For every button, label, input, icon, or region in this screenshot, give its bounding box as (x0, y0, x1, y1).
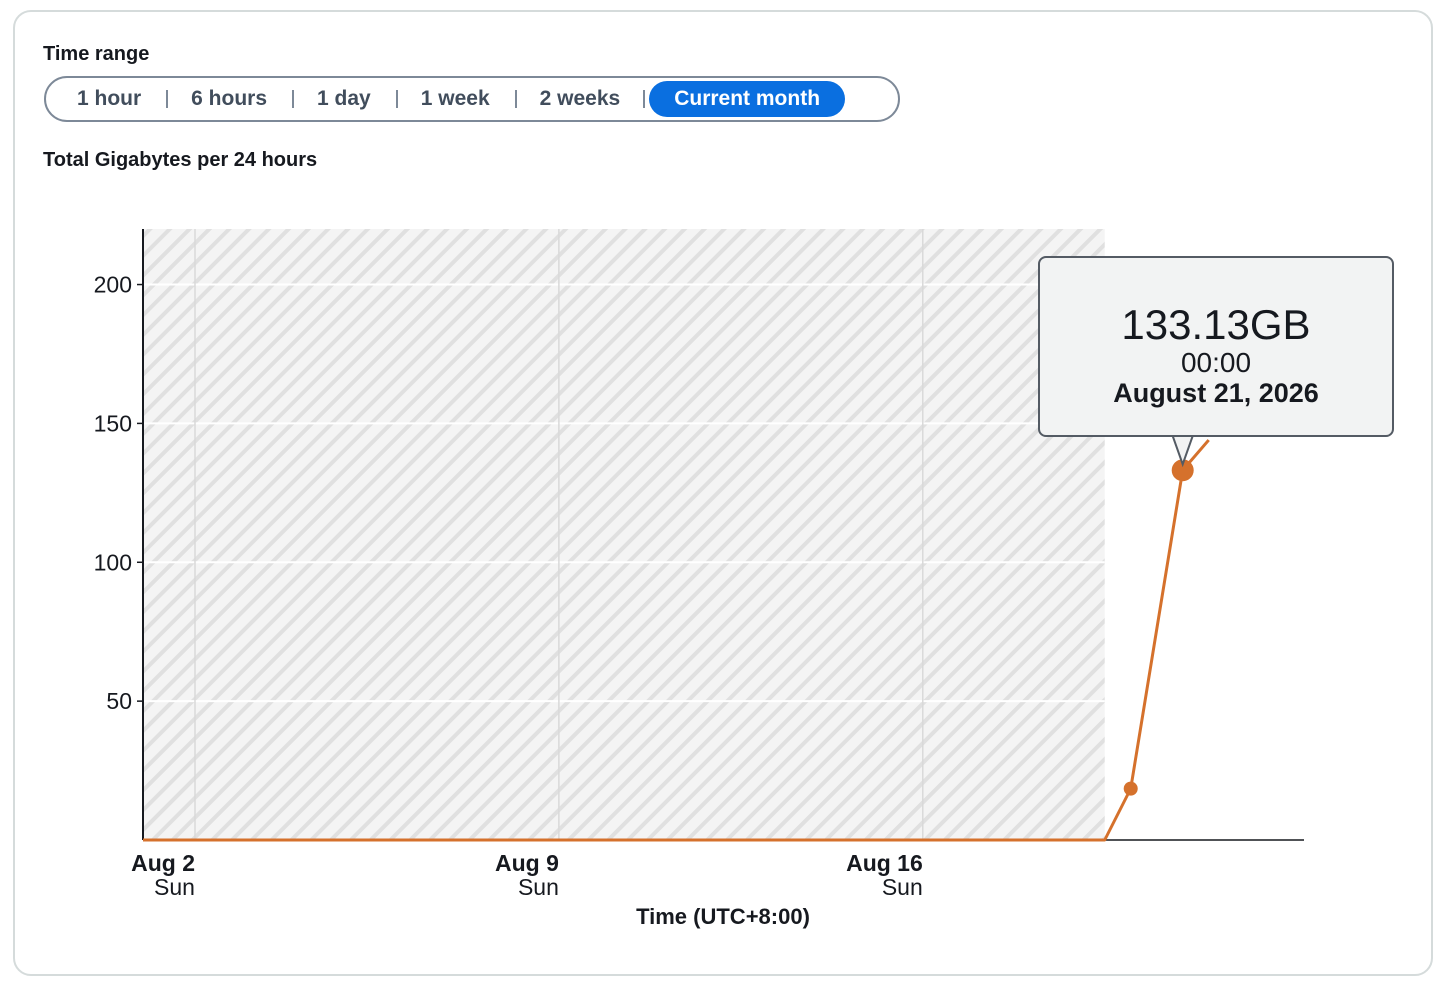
line-chart: 50100150200Aug 2SunAug 9SunAug 16SunTime… (94, 229, 1304, 929)
y-tick-label: 50 (106, 688, 132, 714)
data-point (1123, 781, 1138, 796)
no-data-region (143, 229, 1105, 840)
tooltip-value: 133.13GB (1121, 301, 1311, 348)
x-tick-label: Aug 9 (495, 850, 559, 876)
y-tick-label: 100 (94, 549, 132, 575)
highlighted-data-point (1171, 459, 1194, 482)
x-tick-label: Aug 2 (131, 850, 195, 876)
tooltip-time: 00:00 (1180, 347, 1252, 378)
tooltip-date: August 21, 2026 (1113, 378, 1319, 408)
x-tick-day-label: Sun (882, 874, 923, 900)
x-tick-day-label: Sun (518, 874, 559, 900)
y-tick-label: 200 (94, 272, 132, 298)
y-tick-label: 150 (94, 410, 132, 436)
x-tick-label: Aug 16 (846, 850, 923, 876)
x-tick-day-label: Sun (154, 874, 195, 900)
data-point-tooltip: 133.13GB 00:00 August 21, 2026 (1038, 256, 1394, 437)
x-axis-title: Time (UTC+8:00) (636, 904, 810, 929)
